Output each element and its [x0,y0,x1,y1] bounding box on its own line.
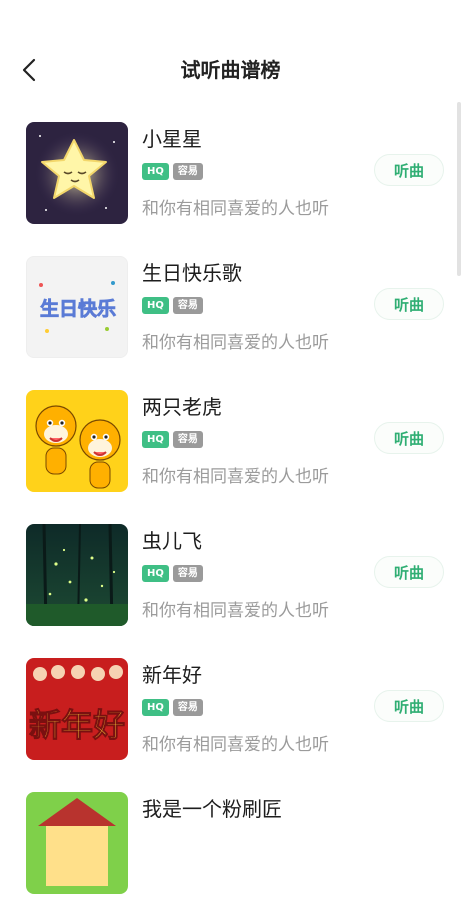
hq-badge: HQ [142,699,169,716]
song-title: 新年好 [142,663,202,687]
song-subtitle: 和你有相同喜爱的人也听 [142,199,329,219]
song-cover-star [26,122,128,224]
song-title: 虫儿飞 [142,529,202,553]
hq-badge: HQ [142,565,169,582]
song-row[interactable]: 小星星 HQ 容易 和你有相同喜爱的人也听 听曲 [0,100,461,234]
song-title: 生日快乐歌 [142,261,242,285]
song-title: 小星星 [142,127,202,151]
song-row[interactable]: 新年好 新年好 HQ 容易 和你有相同喜爱的人也听 听曲 [0,636,461,770]
song-tags: HQ 容易 [142,431,203,448]
song-subtitle: 和你有相同喜爱的人也听 [142,735,329,755]
difficulty-badge: 容易 [172,431,203,448]
song-subtitle: 和你有相同喜爱的人也听 [142,601,329,621]
song-subtitle: 和你有相同喜爱的人也听 [142,333,329,353]
song-title: 两只老虎 [142,395,222,419]
hq-badge: HQ [142,163,169,180]
hq-badge: HQ [142,431,169,448]
difficulty-badge: 容易 [172,565,203,582]
listen-button[interactable]: 听曲 [374,556,444,588]
song-row[interactable]: 虫儿飞 HQ 容易 和你有相同喜爱的人也听 听曲 [0,502,461,636]
cover-text: 新年好 [29,706,125,744]
song-subtitle: 和你有相同喜爱的人也听 [142,467,329,487]
difficulty-badge: 容易 [172,163,203,180]
song-tags: HQ 容易 [142,163,203,180]
song-cover-tigers [26,390,128,492]
listen-button[interactable]: 听曲 [374,288,444,320]
song-row[interactable]: 两只老虎 HQ 容易 和你有相同喜爱的人也听 听曲 [0,368,461,502]
difficulty-badge: 容易 [172,297,203,314]
song-tags: HQ 容易 [142,565,203,582]
song-cover-fireflies [26,524,128,626]
song-row[interactable]: 生日快乐 生日快乐歌 HQ 容易 和你有相同喜爱的人也听 听曲 [0,234,461,368]
song-title: 我是一个粉刷匠 [142,797,282,821]
song-tags: HQ 容易 [142,297,203,314]
listen-button[interactable]: 听曲 [374,154,444,186]
song-cover-birthday: 生日快乐 [26,256,128,358]
listen-button[interactable]: 听曲 [374,422,444,454]
page-title: 试听曲谱榜 [180,58,281,82]
top-bar: 试听曲谱榜 [0,0,461,100]
hq-badge: HQ [142,297,169,314]
song-cover-new-year: 新年好 [26,658,128,760]
song-cover-painter [26,792,128,894]
listen-button[interactable]: 听曲 [374,690,444,722]
difficulty-badge: 容易 [172,699,203,716]
song-row[interactable]: 我是一个粉刷匠 [0,770,461,904]
cover-text: 生日快乐 [40,297,116,320]
song-tags: HQ 容易 [142,699,203,716]
